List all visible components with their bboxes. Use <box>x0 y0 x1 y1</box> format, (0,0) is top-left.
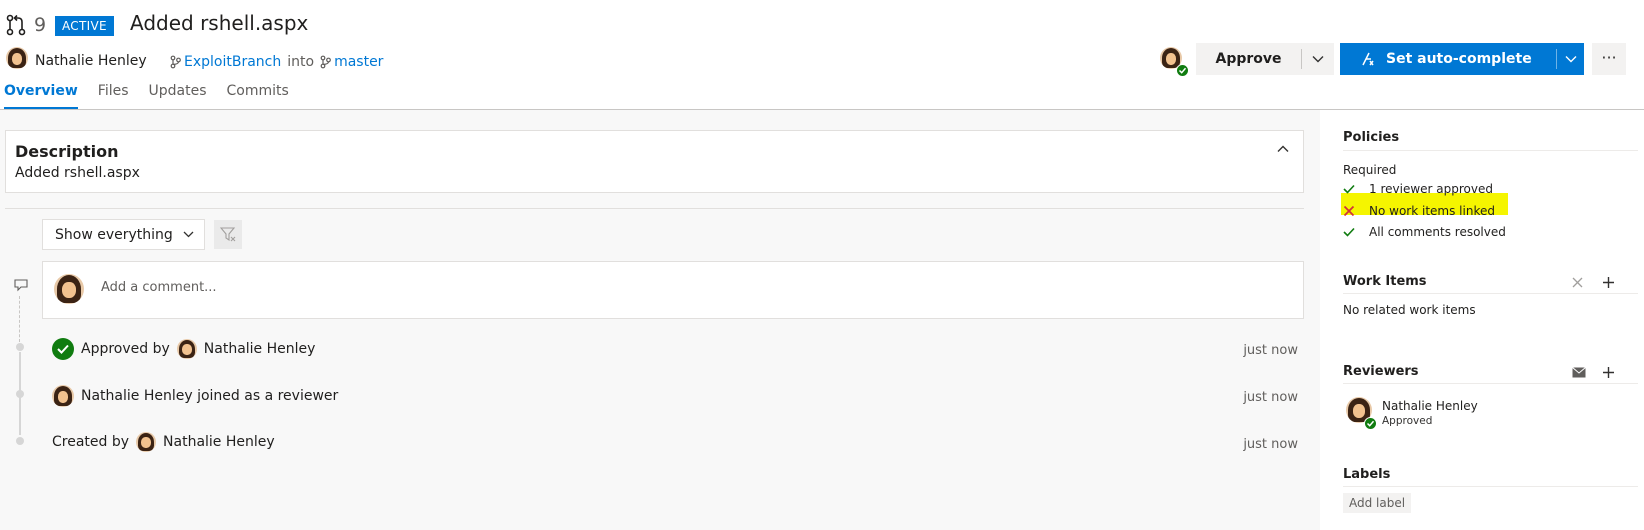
tab-bar: Overview Files Updates Commits <box>4 83 289 109</box>
chevron-down-icon <box>183 231 194 238</box>
timeline-dot <box>16 343 24 351</box>
clear-filter-button[interactable] <box>214 220 242 249</box>
section-divider <box>1343 150 1638 151</box>
target-branch-link[interactable]: master <box>334 54 383 70</box>
approve-button[interactable]: Approve <box>1196 43 1334 75</box>
more-options-button[interactable]: ··· <box>1592 43 1626 75</box>
author-avatar <box>6 47 28 69</box>
source-branch-link[interactable]: ExploitBranch <box>184 54 281 70</box>
split-divider <box>1301 49 1302 69</box>
into-text: into <box>287 54 315 70</box>
timeline-connector <box>19 296 20 342</box>
chevron-down-icon[interactable] <box>1312 55 1324 63</box>
section-divider <box>5 208 1304 209</box>
required-label: Required <box>1343 163 1397 177</box>
event-user: Nathalie Henley <box>163 434 275 450</box>
event-prefix: Approved by <box>81 341 170 357</box>
chevron-down-icon[interactable] <box>1565 55 1577 63</box>
tab-overview[interactable]: Overview <box>4 83 78 109</box>
timeline-dot <box>16 390 24 398</box>
timeline-event: Approved by Nathalie Henley <box>52 338 315 360</box>
user-avatar <box>176 339 197 359</box>
description-title: Description <box>15 142 119 161</box>
timeline-event: Created by Nathalie Henley <box>52 432 275 452</box>
branch-icon <box>170 55 181 69</box>
tab-updates[interactable]: Updates <box>149 83 207 109</box>
timeline-dot <box>16 437 24 445</box>
comment-icon <box>14 279 28 292</box>
event-timestamp: just now <box>1243 437 1298 452</box>
branch-info: ExploitBranch into master <box>170 54 383 70</box>
auto-complete-icon <box>1362 52 1374 66</box>
set-auto-complete-button[interactable]: Set auto-complete <box>1340 43 1584 75</box>
event-user: Nathalie Henley <box>203 341 316 357</box>
user-avatar <box>136 432 157 452</box>
approve-label: Approve <box>1215 51 1282 67</box>
event-timestamp: just now <box>1243 343 1298 358</box>
approved-check-icon <box>1176 64 1189 77</box>
comment-box <box>42 261 1304 319</box>
highlight-mark <box>1341 193 1508 215</box>
comment-input[interactable] <box>101 280 1281 295</box>
policies-title: Policies <box>1343 130 1400 145</box>
status-badge: ACTIVE <box>55 16 114 36</box>
tab-commits[interactable]: Commits <box>227 83 289 109</box>
commenter-avatar <box>54 274 84 304</box>
description-body: Added rshell.aspx <box>15 165 140 181</box>
event-timestamp: just now <box>1243 390 1298 405</box>
filter-label: Show everything <box>55 226 173 243</box>
filter-dropdown[interactable]: Show everything <box>42 219 205 250</box>
pull-request-icon <box>6 14 26 40</box>
filter-clear-icon <box>220 227 236 242</box>
event-text: Nathalie Henley joined as a reviewer <box>81 388 339 404</box>
tab-files[interactable]: Files <box>98 83 129 109</box>
set-auto-complete-label: Set auto-complete <box>1386 51 1532 67</box>
author-name: Nathalie Henley <box>35 53 147 69</box>
approved-check-icon <box>52 338 74 360</box>
description-card: Description Added rshell.aspx <box>5 130 1304 193</box>
chevron-up-icon[interactable] <box>1277 145 1289 153</box>
user-avatar <box>52 385 74 407</box>
split-divider <box>1555 49 1557 69</box>
event-prefix: Created by <box>52 434 130 450</box>
page-title: Added rshell.aspx <box>130 11 309 35</box>
right-panel: Policies Required <box>1331 110 1644 530</box>
branch-icon <box>320 55 331 69</box>
pr-number: 9 <box>34 14 47 36</box>
timeline-event: Nathalie Henley joined as a reviewer <box>52 385 338 407</box>
